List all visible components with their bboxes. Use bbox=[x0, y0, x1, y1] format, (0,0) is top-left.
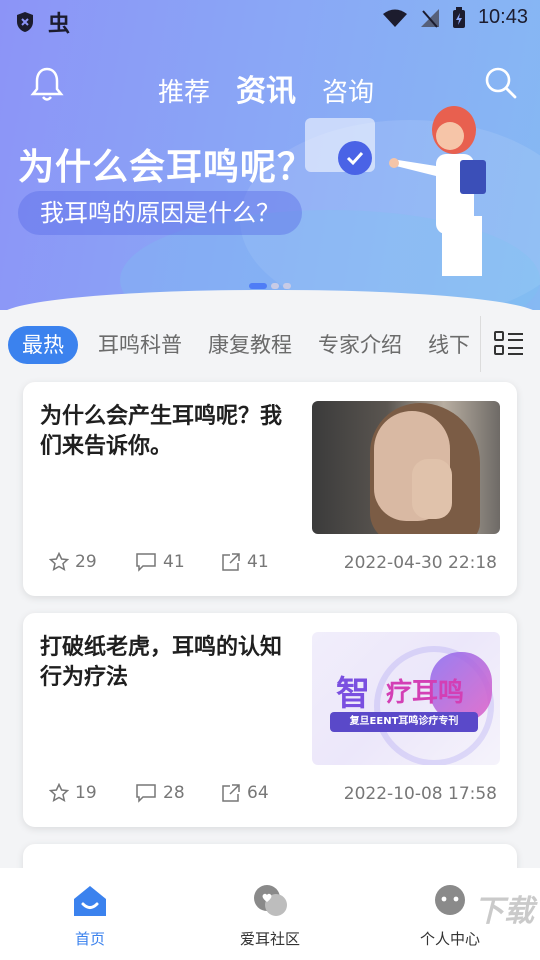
thumbnail-text: 智 bbox=[336, 674, 370, 714]
share-stat[interactable]: 41 bbox=[221, 552, 283, 572]
banner-subtitle: 我耳鸣的原因是什么？ bbox=[18, 191, 302, 235]
article-card[interactable]: 为什么会产生耳鸣呢？我们来告诉你。 29 41 41 2022-04-30 22… bbox=[23, 382, 517, 596]
comment-stat[interactable]: 41 bbox=[135, 552, 197, 572]
battery-icon bbox=[452, 6, 465, 28]
app-badge-icon: 虫 bbox=[48, 12, 71, 37]
bell-icon[interactable] bbox=[30, 66, 64, 106]
header-tabs: 推荐 资讯 咨询 bbox=[158, 66, 374, 110]
article-card[interactable]: 打破纸老虎，耳鸣的认知行为疗法 智 疗耳鸣 复旦EENT耳鸣诊疗专刊 19 28… bbox=[23, 613, 517, 827]
share-stat[interactable]: 64 bbox=[221, 783, 283, 803]
category-hot[interactable]: 最热 bbox=[8, 326, 78, 364]
share-icon bbox=[222, 553, 240, 571]
check-icon bbox=[338, 141, 372, 175]
pagination-dot[interactable] bbox=[249, 283, 267, 289]
article-date: 2022-04-30 22:18 bbox=[343, 553, 497, 573]
like-count: 29 bbox=[75, 552, 97, 572]
comment-icon bbox=[136, 553, 156, 572]
doctor-illustration bbox=[389, 106, 486, 276]
pagination-dot[interactable] bbox=[283, 283, 291, 289]
home-icon bbox=[74, 886, 106, 916]
nav-profile-label: 个人中心 bbox=[419, 930, 480, 948]
share-count: 41 bbox=[247, 552, 269, 572]
article-stats: 29 41 41 bbox=[49, 552, 283, 572]
hero-banner[interactable]: 虫 10:43 推荐 资讯 咨询 为什么会耳鸣呢？ 我耳鸣的原因是什么？ bbox=[0, 0, 540, 310]
banner-title: 为什么会耳鸣呢？ bbox=[18, 147, 315, 188]
shield-icon bbox=[17, 12, 33, 32]
comment-icon bbox=[136, 784, 156, 803]
category-offline[interactable]: 线下 bbox=[428, 326, 470, 364]
article-title[interactable]: 打破纸老虎，耳鸣的认知行为疗法 bbox=[40, 633, 294, 693]
nav-community[interactable]: 爱耳社区 bbox=[200, 884, 340, 949]
article-date: 2022-10-08 17:58 bbox=[343, 784, 497, 804]
nav-home-label: 首页 bbox=[74, 930, 105, 948]
no-signal-icon bbox=[420, 8, 439, 28]
article-stats: 19 28 64 bbox=[49, 783, 283, 803]
profile-icon bbox=[435, 885, 465, 915]
star-icon bbox=[49, 783, 69, 802]
article-thumbnail[interactable]: 智 疗耳鸣 复旦EENT耳鸣诊疗专刊 bbox=[312, 632, 500, 765]
thumbnail-text: 复旦EENT耳鸣诊疗专刊 bbox=[330, 712, 478, 732]
comment-count: 28 bbox=[163, 783, 185, 803]
status-bar: 虫 10:43 bbox=[0, 0, 540, 38]
bottom-navigation: 首页 爱耳社区 个人中心 bbox=[0, 868, 540, 960]
like-count: 19 bbox=[75, 783, 97, 803]
category-divider bbox=[480, 316, 481, 372]
search-icon[interactable] bbox=[484, 66, 518, 104]
banner-pagination bbox=[249, 283, 291, 289]
pagination-dot[interactable] bbox=[271, 283, 279, 289]
tab-news[interactable]: 资讯 bbox=[236, 66, 296, 110]
category-tinnitus-science[interactable]: 耳鸣科普 bbox=[98, 326, 182, 364]
share-count: 64 bbox=[247, 783, 269, 803]
nav-community-label: 爱耳社区 bbox=[239, 930, 300, 948]
like-stat[interactable]: 19 bbox=[49, 783, 111, 803]
comment-stat[interactable]: 28 bbox=[135, 783, 197, 803]
thumbnail-figure bbox=[412, 459, 452, 519]
nav-home[interactable]: 首页 bbox=[20, 884, 160, 949]
category-experts[interactable]: 专家介绍 bbox=[318, 326, 402, 364]
article-title[interactable]: 为什么会产生耳鸣呢？我们来告诉你。 bbox=[40, 402, 294, 462]
tab-consult[interactable]: 咨询 bbox=[322, 72, 374, 109]
comment-count: 41 bbox=[163, 552, 185, 572]
share-icon bbox=[222, 784, 240, 802]
category-menu-icon[interactable] bbox=[494, 330, 524, 362]
category-rehab-tutorial[interactable]: 康复教程 bbox=[208, 326, 292, 364]
like-stat[interactable]: 29 bbox=[49, 552, 111, 572]
top-navigation: 推荐 资讯 咨询 bbox=[0, 60, 540, 112]
star-icon bbox=[49, 552, 69, 571]
community-icon bbox=[254, 885, 287, 916]
watermark: 下载 bbox=[474, 894, 534, 929]
thumbnail-text: 疗耳鸣 bbox=[386, 678, 465, 708]
wifi-icon bbox=[382, 9, 407, 27]
tab-recommend[interactable]: 推荐 bbox=[158, 72, 210, 109]
clock: 10:43 bbox=[477, 6, 528, 28]
article-thumbnail[interactable] bbox=[312, 401, 500, 534]
category-tabs: 最热 耳鸣科普 康复教程 专家介绍 线下 bbox=[8, 326, 478, 366]
